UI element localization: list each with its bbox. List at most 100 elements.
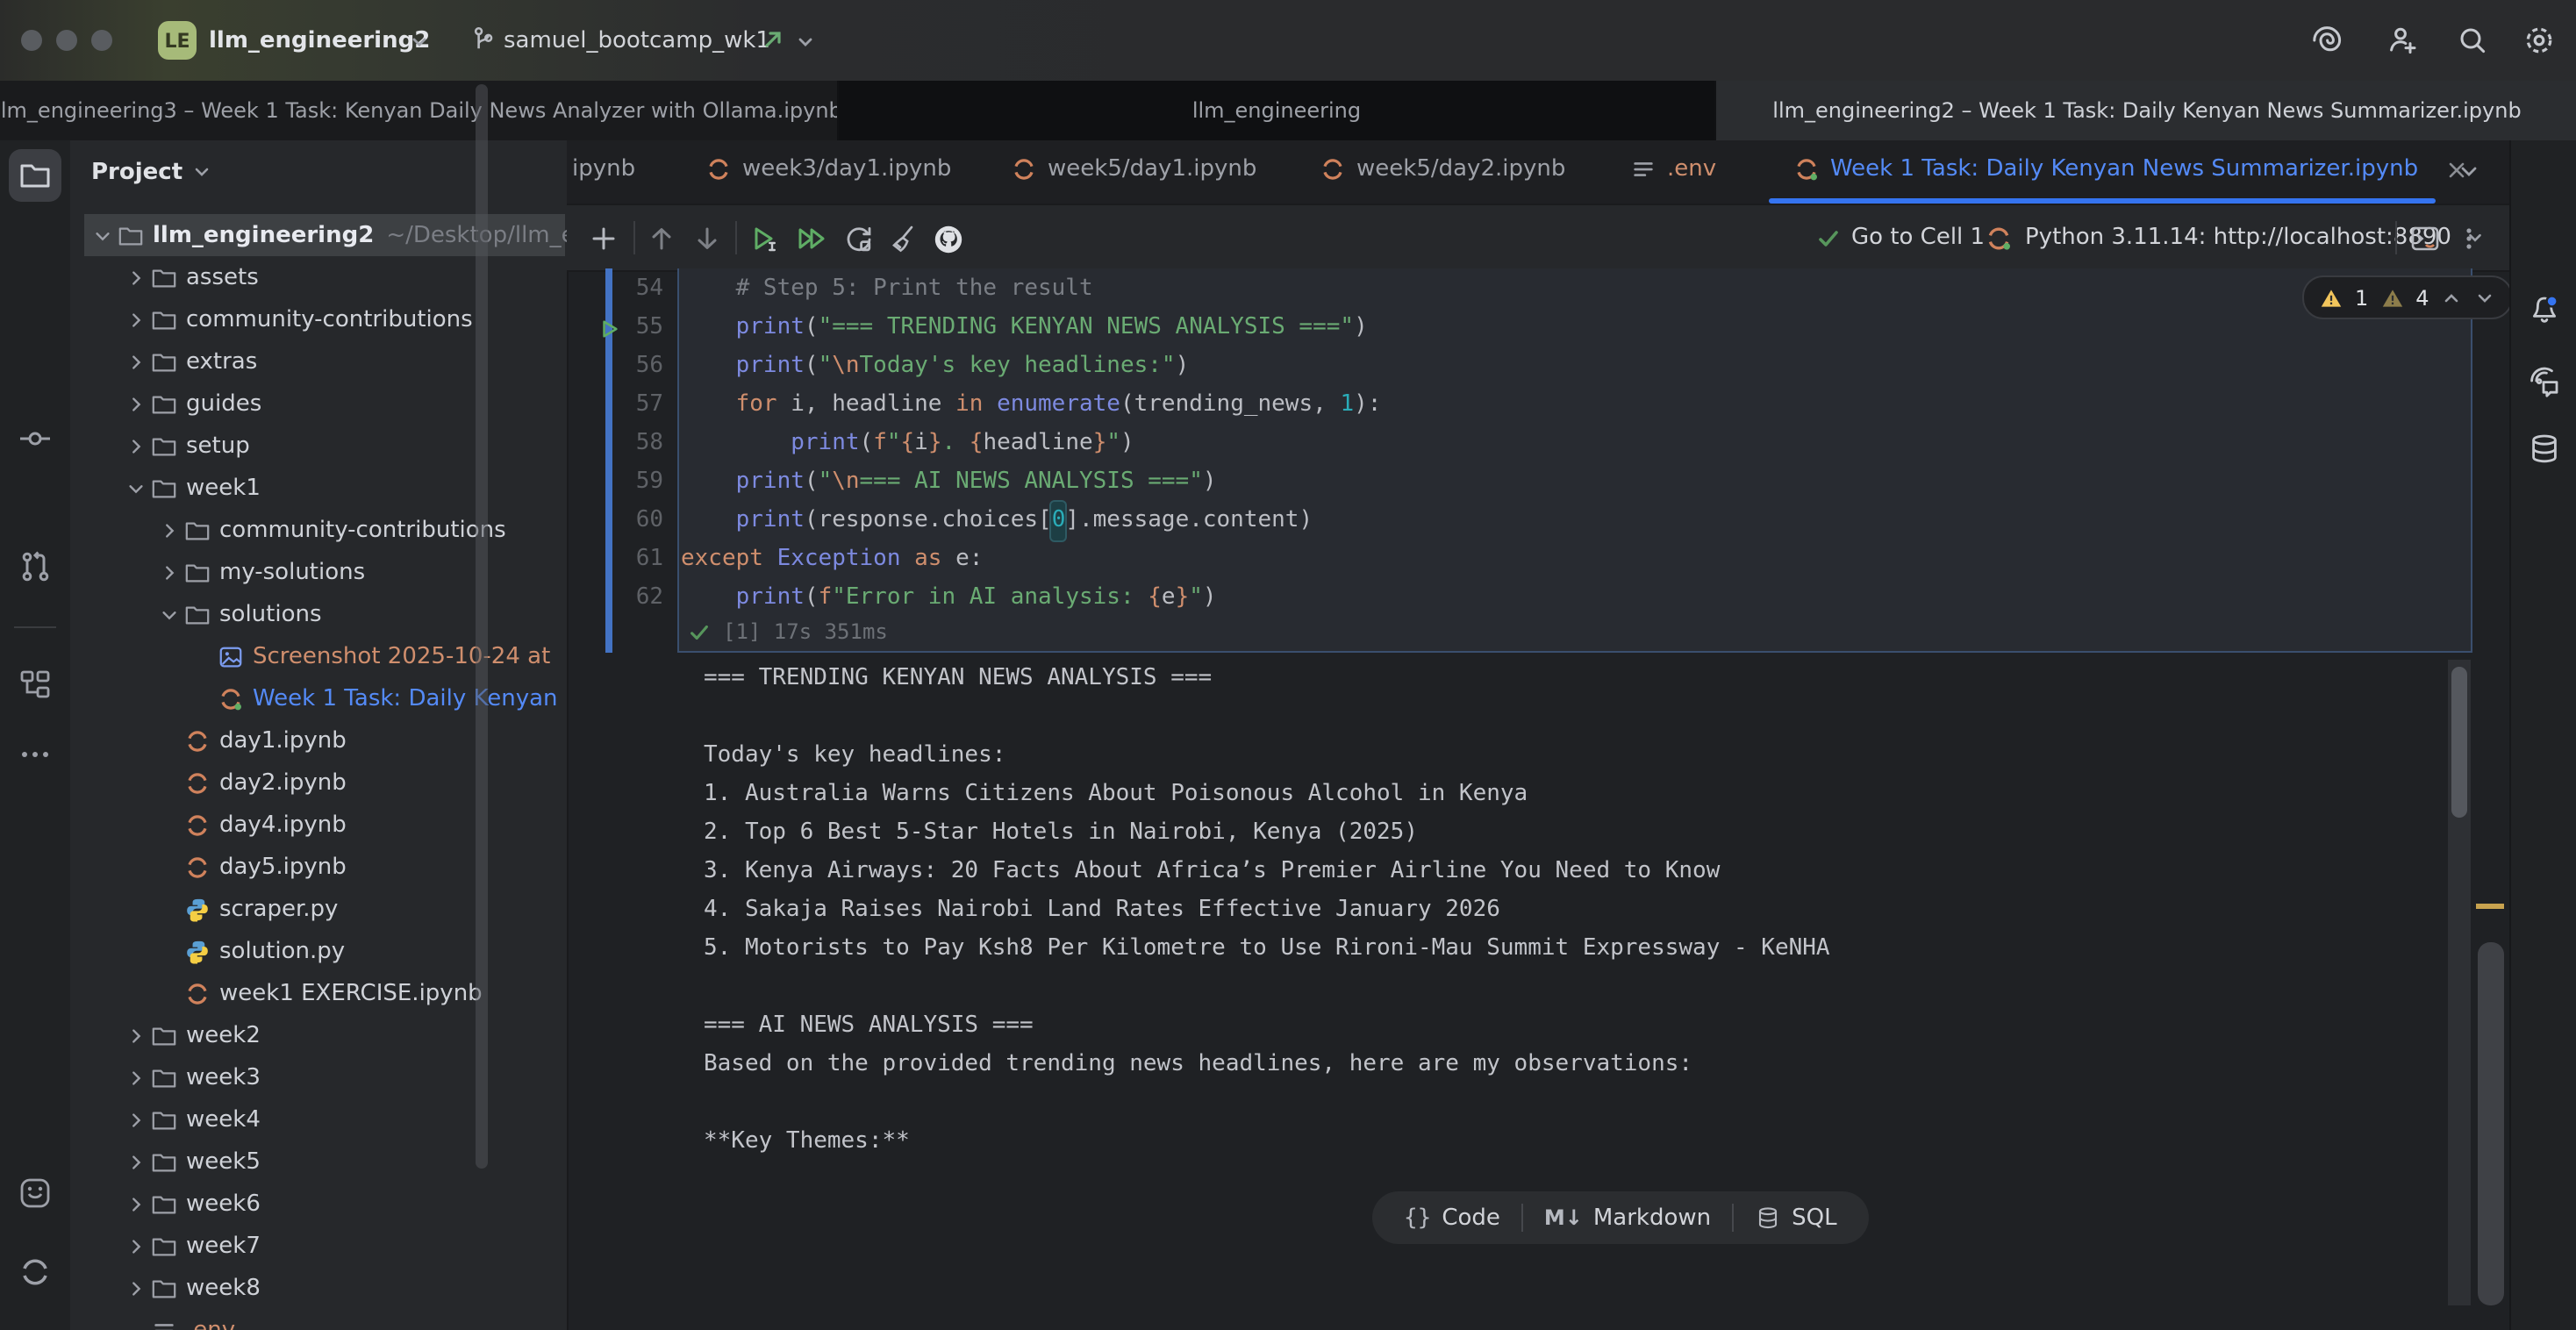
add-user-icon[interactable] xyxy=(2385,23,2420,58)
editor-tab-week5-day1-ipynb[interactable]: week5/day1.ipynb xyxy=(986,140,1281,198)
tree-item-week3[interactable]: week3 xyxy=(70,1056,569,1098)
code-line-61[interactable]: 61except Exception as e: xyxy=(597,540,2471,579)
code-line-58[interactable]: 58 print(f"{i}. {headline}") xyxy=(597,425,2471,463)
move-cell-down-button[interactable] xyxy=(686,218,728,260)
ai-chat-icon[interactable] xyxy=(2527,365,2562,400)
code-line-62[interactable]: 62 print(f"Error in AI analysis: {e}") xyxy=(597,579,2471,618)
tree-chevron-right-icon[interactable] xyxy=(121,1141,149,1183)
tree-item-community-contributions[interactable]: community-contributions xyxy=(70,298,569,340)
clear-outputs-button[interactable] xyxy=(881,218,923,260)
run-cell-gutter-icon[interactable] xyxy=(597,309,621,347)
push-arrow-icon[interactable] xyxy=(762,28,784,51)
window-minimize-button[interactable] xyxy=(56,30,77,51)
tree-chevron-right-icon[interactable] xyxy=(121,256,149,298)
window-zoom-button[interactable] xyxy=(91,30,112,51)
move-cell-up-button[interactable] xyxy=(640,218,683,260)
tree-item-week-1-task-daily-kenyan[interactable]: Week 1 Task: Daily Kenyan xyxy=(70,677,569,719)
project-selector[interactable]: llm_engineering2 xyxy=(209,0,430,81)
tree-item-week8[interactable]: week8 xyxy=(70,1267,569,1309)
more-options-kebab-icon[interactable] xyxy=(2448,218,2490,260)
tree-chevron-right-icon[interactable] xyxy=(121,298,149,340)
window-tab-llm-engineering2-active[interactable]: llm_engineering2 – Week 1 Task: Daily Ke… xyxy=(1714,81,2576,140)
code-line-59[interactable]: 59 print("\n=== AI NEWS ANALYSIS ===") xyxy=(597,463,2471,502)
jupyter-tool-icon[interactable] xyxy=(18,1255,53,1290)
tree-chevron-right-icon[interactable] xyxy=(121,340,149,383)
tree-chevron-right-icon[interactable] xyxy=(121,1183,149,1225)
tree-item-week1-exercise-ipynb[interactable]: week1 EXERCISE.ipynb xyxy=(70,972,569,1014)
tab-list-chevron-icon[interactable] xyxy=(2457,160,2481,184)
tree-item-assets[interactable]: assets xyxy=(70,256,569,298)
github-icon[interactable] xyxy=(927,218,969,260)
add-code-cell-button[interactable]: {} Code xyxy=(1383,1191,1521,1244)
add-sql-cell-button[interactable]: SQL xyxy=(1734,1191,1857,1244)
tree-item-week7[interactable]: week7 xyxy=(70,1225,569,1267)
tree-item-solution-py[interactable]: solution.py xyxy=(70,930,569,972)
prev-problem-chevron-icon[interactable] xyxy=(2442,287,2463,308)
code-editor-area[interactable]: 54 # Step 5: Print the result55 print("=… xyxy=(597,270,2471,618)
code-line-55[interactable]: 55 print("=== TRENDING KENYAN NEWS ANALY… xyxy=(597,309,2471,347)
run-all-cells-button[interactable] xyxy=(790,218,832,260)
tree-item-day4-ipynb[interactable]: day4.ipynb xyxy=(70,804,569,846)
tree-chevron-down-icon[interactable] xyxy=(154,593,182,635)
tree-item-week6[interactable]: week6 xyxy=(70,1183,569,1225)
code-line-57[interactable]: 57 for i, headline in enumerate(trending… xyxy=(597,386,2471,425)
tree-item-week4[interactable]: week4 xyxy=(70,1098,569,1141)
window-tab-llm-engineering3[interactable]: llm_engineering3 – Week 1 Task: Kenyan D… xyxy=(0,81,839,140)
tree-item-day1-ipynb[interactable]: day1.ipynb xyxy=(70,719,569,762)
commit-tool-icon[interactable] xyxy=(18,421,53,456)
editor-tab-week5-day2-ipynb[interactable]: week5/day2.ipynb xyxy=(1295,140,1590,198)
tree-item-setup[interactable]: setup xyxy=(70,425,569,467)
tree-item-solutions[interactable]: solutions xyxy=(70,593,569,635)
code-line-54[interactable]: 54 # Step 5: Print the result xyxy=(597,270,2471,309)
database-tool-icon[interactable] xyxy=(2527,432,2562,467)
tree-item-my-solutions[interactable]: my-solutions xyxy=(70,551,569,593)
editor-scrollbar-thumb[interactable] xyxy=(2478,942,2504,1305)
tree-item-env[interactable]: .env xyxy=(70,1309,569,1330)
tree-item-llm-engineering2[interactable]: llm_engineering2~/Desktop/llm_en xyxy=(70,214,569,256)
branch-chevron-down-icon[interactable] xyxy=(793,30,818,54)
tree-item-extras[interactable]: extras xyxy=(70,340,569,383)
search-icon[interactable] xyxy=(2455,23,2490,58)
tree-chevron-down-icon[interactable] xyxy=(121,467,149,509)
project-tree-scrollbar[interactable] xyxy=(476,84,488,1169)
editor-tab-week-1-task-daily-kenyan-news-summarizer-ipynb[interactable]: Week 1 Task: Daily Kenyan News Summarize… xyxy=(1769,140,2485,198)
inspection-widget[interactable]: 1 4 xyxy=(2302,275,2514,319)
tree-item-guides[interactable]: guides xyxy=(70,383,569,425)
editor-tab-week3-day1-ipynb[interactable]: week3/day1.ipynb xyxy=(681,140,976,198)
notifications-bell-icon[interactable] xyxy=(2527,293,2562,328)
tree-item-day5-ipynb[interactable]: day5.ipynb xyxy=(70,846,569,888)
tree-chevron-right-icon[interactable] xyxy=(121,1056,149,1098)
tree-chevron-right-icon[interactable] xyxy=(121,1098,149,1141)
jupyter-console-button[interactable] xyxy=(2404,218,2446,260)
window-tab-llm-engineering[interactable]: llm_engineering xyxy=(839,81,1714,140)
more-tools-icon[interactable] xyxy=(18,737,53,772)
editor-warning-stripe-mark[interactable] xyxy=(2476,904,2504,909)
tree-chevron-right-icon[interactable] xyxy=(121,1225,149,1267)
editor-tab-env[interactable]: .env xyxy=(1606,140,1741,198)
huggingface-tool-icon[interactable] xyxy=(18,1176,53,1211)
tree-chevron-right-icon[interactable] xyxy=(154,551,182,593)
tree-chevron-right-icon[interactable] xyxy=(121,425,149,467)
tree-item-day2-ipynb[interactable]: day2.ipynb xyxy=(70,762,569,804)
code-line-60[interactable]: 60 print(response.choices[0].message.con… xyxy=(597,502,2471,540)
window-close-button[interactable] xyxy=(21,30,42,51)
next-problem-chevron-icon[interactable] xyxy=(2475,287,2496,308)
settings-gear-icon[interactable] xyxy=(2522,23,2557,58)
branch-selector[interactable]: samuel_bootcamp_wk1 xyxy=(504,0,770,81)
restart-kernel-button[interactable] xyxy=(837,218,879,260)
editor-tab-ipynb[interactable]: ipynb xyxy=(567,140,674,198)
tree-item-scraper-py[interactable]: scraper.py xyxy=(70,888,569,930)
output-scrollbar-thumb[interactable] xyxy=(2451,667,2467,818)
tree-chevron-right-icon[interactable] xyxy=(121,1267,149,1309)
project-avatar-badge[interactable]: LE xyxy=(158,21,197,60)
project-tool-icon[interactable] xyxy=(18,158,53,193)
code-line-56[interactable]: 56 print("\nToday's key headlines:") xyxy=(597,347,2471,386)
add-markdown-cell-button[interactable]: M↓ Markdown xyxy=(1523,1191,1732,1244)
tree-item-community-contributions[interactable]: community-contributions xyxy=(70,509,569,551)
tree-item-screenshot-2025-10-24-at[interactable]: Screenshot 2025-10-24 at xyxy=(70,635,569,677)
tree-chevron-right-icon[interactable] xyxy=(121,1014,149,1056)
structure-tool-icon[interactable] xyxy=(18,667,53,702)
goto-cell-button[interactable]: Go to Cell 1 xyxy=(1816,205,1985,270)
tree-chevron-right-icon[interactable] xyxy=(121,383,149,425)
tree-chevron-right-icon[interactable] xyxy=(154,509,182,551)
